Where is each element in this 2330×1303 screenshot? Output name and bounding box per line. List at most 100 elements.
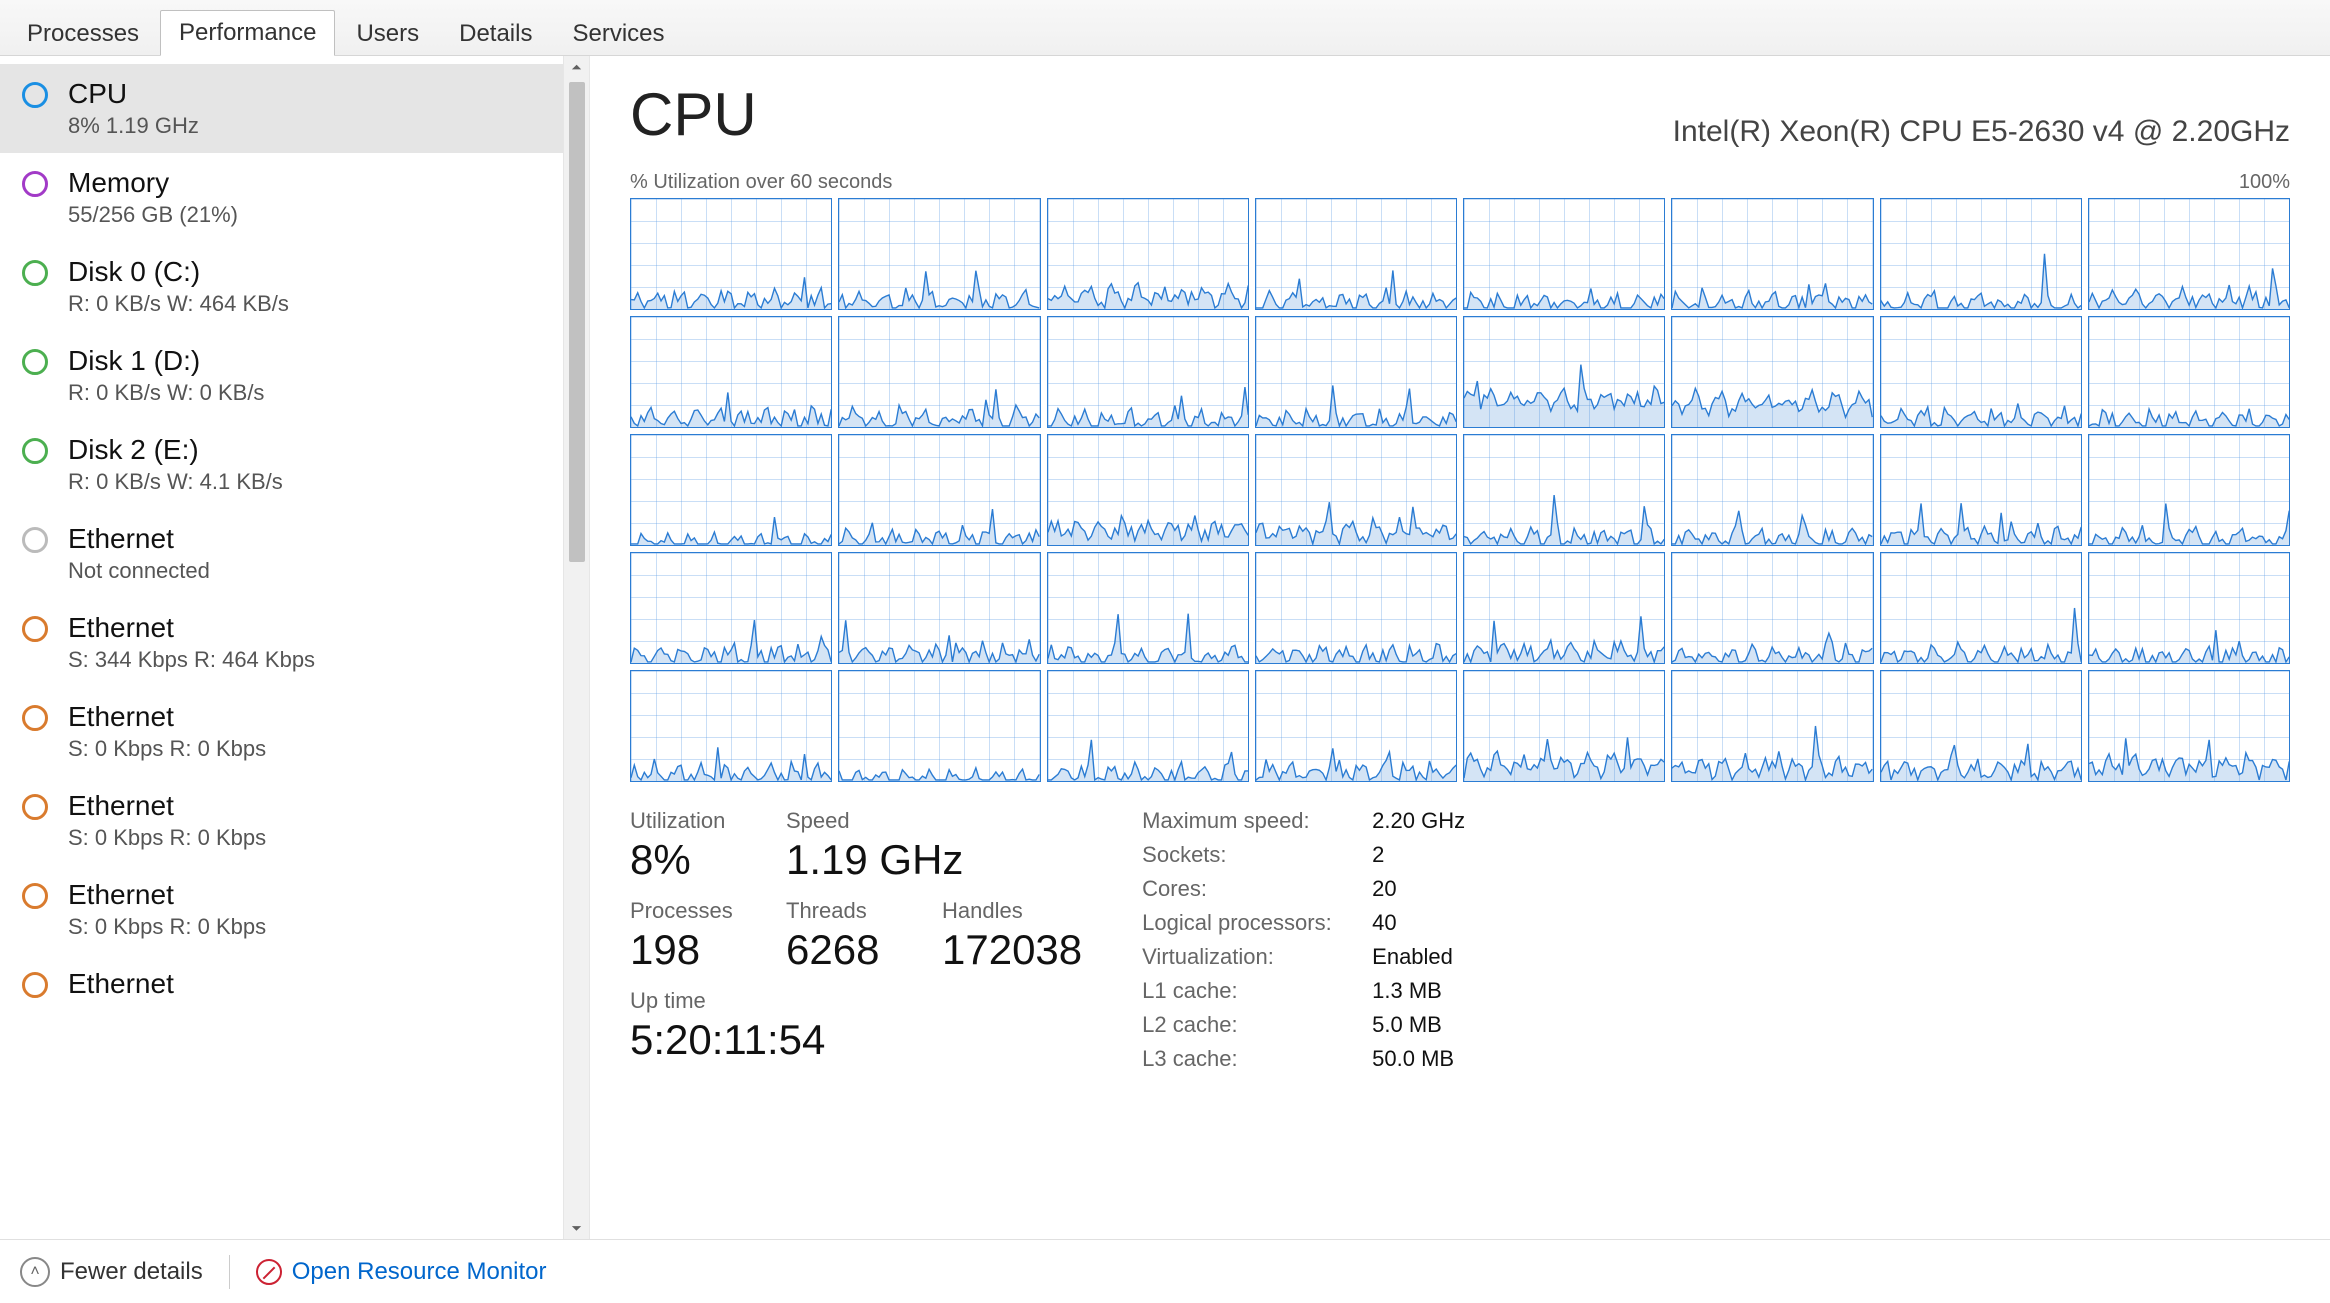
sidebar-item-3[interactable]: Disk 1 (D:)R: 0 KB/s W: 0 KB/s: [0, 331, 563, 420]
cpu-core-chart-24: [630, 552, 832, 664]
cpu-core-chart-15: [2088, 316, 2290, 428]
sidebar-item-0[interactable]: CPU8% 1.19 GHz: [0, 64, 563, 153]
sidebar-item-title: Ethernet: [68, 877, 266, 912]
open-resource-monitor-label: Open Resource Monitor: [292, 1258, 547, 1286]
cpu-core-chart-37: [1671, 670, 1873, 782]
stat-label: Up time: [630, 988, 825, 1014]
cpu-core-chart-10: [1047, 316, 1249, 428]
cpu-core-chart-17: [838, 434, 1040, 546]
sidebar-item-title: CPU: [68, 76, 199, 111]
cpu-core-chart-35: [1255, 670, 1457, 782]
scroll-up-arrow[interactable]: 🞁: [564, 56, 589, 82]
status-ring-icon: [22, 438, 48, 464]
chart-left-label: % Utilization over 60 seconds: [630, 171, 892, 194]
open-resource-monitor-link[interactable]: Open Resource Monitor: [256, 1258, 547, 1286]
sidebar-item-title: Ethernet: [68, 699, 266, 734]
scroll-down-arrow[interactable]: 🞃: [564, 1213, 589, 1239]
sidebar-item-title: Ethernet: [68, 788, 266, 823]
tab-processes[interactable]: Processes: [8, 11, 158, 56]
cpu-core-chart-6: [1880, 198, 2082, 310]
sidebar-item-7[interactable]: EthernetS: 0 Kbps R: 0 Kbps: [0, 687, 563, 776]
footer-separator: [229, 1255, 230, 1289]
cpu-mini-charts: [630, 198, 2290, 782]
status-ring-icon: [22, 794, 48, 820]
status-ring-icon: [22, 171, 48, 197]
cpu-stats-left: Utilization8%Speed1.19 GHzProcesses198Th…: [630, 808, 1082, 1064]
spec-key: L2 cache:: [1142, 1012, 1372, 1038]
spec-value: 2: [1372, 842, 1572, 868]
sidebar-item-sub: R: 0 KB/s W: 0 KB/s: [68, 380, 264, 406]
chart-right-label: 100%: [2239, 171, 2290, 194]
cpu-core-chart-39: [2088, 670, 2290, 782]
cpu-core-chart-32: [630, 670, 832, 782]
cpu-core-chart-2: [1047, 198, 1249, 310]
stat-processes: Processes198: [630, 898, 750, 974]
sidebar-item-9[interactable]: EthernetS: 0 Kbps R: 0 Kbps: [0, 865, 563, 954]
sidebar-item-10[interactable]: Ethernet: [0, 954, 563, 1015]
stat-label: Handles: [942, 898, 1082, 924]
status-ring-icon: [22, 527, 48, 553]
sidebar-item-title: Ethernet: [68, 966, 174, 1001]
cpu-core-chart-9: [838, 316, 1040, 428]
stat-value: 5:20:11:54: [630, 1016, 825, 1064]
sidebar-item-8[interactable]: EthernetS: 0 Kbps R: 0 Kbps: [0, 776, 563, 865]
sidebar-item-sub: R: 0 KB/s W: 4.1 KB/s: [68, 469, 283, 495]
fewer-details-button[interactable]: ˄ Fewer details: [20, 1257, 203, 1287]
spec-key: Virtualization:: [1142, 944, 1372, 970]
spec-key: L3 cache:: [1142, 1046, 1372, 1072]
status-ring-icon: [22, 82, 48, 108]
chevron-up-icon: ˄: [20, 1257, 50, 1287]
spec-key: Sockets:: [1142, 842, 1372, 868]
cpu-core-chart-30: [1880, 552, 2082, 664]
sidebar-item-title: Disk 1 (D:): [68, 343, 264, 378]
sidebar-list: CPU8% 1.19 GHzMemory55/256 GB (21%)Disk …: [0, 56, 563, 1239]
cpu-core-chart-28: [1463, 552, 1665, 664]
cpu-core-chart-3: [1255, 198, 1457, 310]
cpu-core-chart-19: [1255, 434, 1457, 546]
sidebar: CPU8% 1.19 GHzMemory55/256 GB (21%)Disk …: [0, 56, 590, 1239]
cpu-core-chart-14: [1880, 316, 2082, 428]
sidebar-item-2[interactable]: Disk 0 (C:)R: 0 KB/s W: 464 KB/s: [0, 242, 563, 331]
status-ring-icon: [22, 349, 48, 375]
cpu-core-chart-31: [2088, 552, 2290, 664]
sidebar-item-sub: S: 0 Kbps R: 0 Kbps: [68, 914, 266, 940]
tab-services[interactable]: Services: [553, 11, 683, 56]
stat-speed: Speed1.19 GHz: [786, 808, 963, 884]
scroll-thumb[interactable]: [569, 82, 585, 562]
stat-up-time: Up time5:20:11:54: [630, 988, 825, 1064]
tab-performance[interactable]: Performance: [160, 10, 335, 56]
sidebar-item-title: Ethernet: [68, 521, 210, 556]
spec-value: 1.3 MB: [1372, 978, 1572, 1004]
sidebar-item-sub: R: 0 KB/s W: 464 KB/s: [68, 291, 289, 317]
resource-monitor-icon: [256, 1259, 282, 1285]
spec-value: 20: [1372, 876, 1572, 902]
cpu-core-chart-25: [838, 552, 1040, 664]
status-ring-icon: [22, 616, 48, 642]
cpu-stats-right: Maximum speed:2.20 GHzSockets:2Cores:20L…: [1142, 808, 1572, 1072]
cpu-core-chart-4: [1463, 198, 1665, 310]
cpu-stats: Utilization8%Speed1.19 GHzProcesses198Th…: [630, 808, 2290, 1072]
tab-users[interactable]: Users: [337, 11, 438, 56]
spec-value: 2.20 GHz: [1372, 808, 1572, 834]
sidebar-item-5[interactable]: EthernetNot connected: [0, 509, 563, 598]
sidebar-item-1[interactable]: Memory55/256 GB (21%): [0, 153, 563, 242]
cpu-core-chart-26: [1047, 552, 1249, 664]
stat-label: Threads: [786, 898, 906, 924]
cpu-core-chart-22: [1880, 434, 2082, 546]
footer-bar: ˄ Fewer details Open Resource Monitor: [0, 1239, 2330, 1303]
sidebar-item-4[interactable]: Disk 2 (E:)R: 0 KB/s W: 4.1 KB/s: [0, 420, 563, 509]
cpu-core-chart-36: [1463, 670, 1665, 782]
sidebar-scrollbar[interactable]: 🞁 🞃: [563, 56, 589, 1239]
stat-threads: Threads6268: [786, 898, 906, 974]
status-ring-icon: [22, 972, 48, 998]
spec-key: Cores:: [1142, 876, 1372, 902]
tab-details[interactable]: Details: [440, 11, 551, 56]
fewer-details-label: Fewer details: [60, 1258, 203, 1286]
spec-key: Logical processors:: [1142, 910, 1372, 936]
spec-key: Maximum speed:: [1142, 808, 1372, 834]
status-ring-icon: [22, 260, 48, 286]
main-area: CPU8% 1.19 GHzMemory55/256 GB (21%)Disk …: [0, 56, 2330, 1239]
sidebar-item-6[interactable]: EthernetS: 344 Kbps R: 464 Kbps: [0, 598, 563, 687]
cpu-core-chart-8: [630, 316, 832, 428]
stat-label: Processes: [630, 898, 750, 924]
